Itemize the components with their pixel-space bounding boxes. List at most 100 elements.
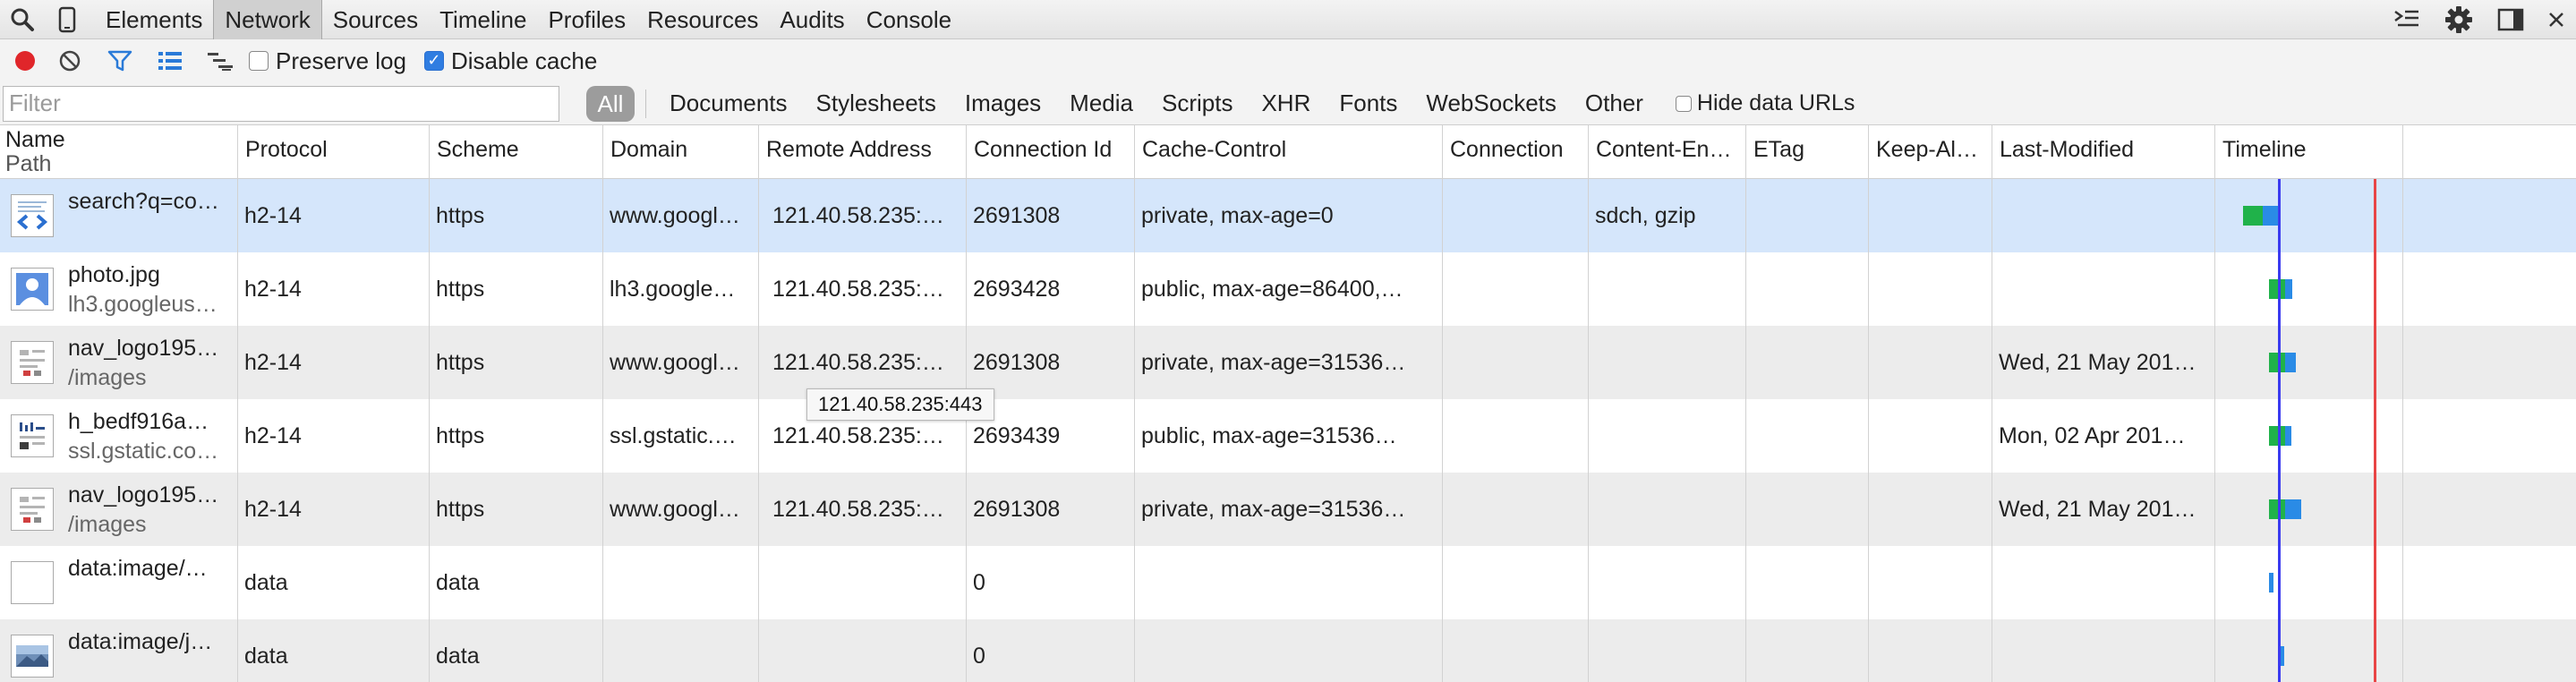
- filter-type-other[interactable]: Other: [1571, 90, 1658, 117]
- column-header-etag[interactable]: ETag: [1745, 125, 1868, 179]
- tab-elements[interactable]: Elements: [95, 0, 213, 39]
- cache-control-cell: private, max-age=31536…: [1141, 497, 1406, 522]
- table-row[interactable]: nav_logo195… /images h2-14 https www.goo…: [0, 473, 2576, 546]
- timeline-waiting-bar: [2269, 353, 2285, 372]
- column-header-cache-control[interactable]: Cache-Control: [1134, 125, 1442, 179]
- column-header-connection[interactable]: Connection: [1442, 125, 1588, 179]
- name-cell: photo.jpg lh3.googleus…: [0, 252, 237, 326]
- timeline-receiving-bar: [2269, 573, 2273, 592]
- connection-id-cell: 0: [973, 570, 985, 595]
- clear-button[interactable]: [45, 39, 95, 82]
- dom-content-loaded-line: [2278, 179, 2281, 682]
- record-button[interactable]: [0, 39, 50, 82]
- table-header: Name Path Protocol Scheme Domain Remote …: [0, 125, 2576, 179]
- preserve-log-checkbox[interactable]: Preserve log: [249, 47, 406, 75]
- filter-type-websockets[interactable]: WebSockets: [1412, 90, 1570, 117]
- filter-type-scripts[interactable]: Scripts: [1147, 90, 1247, 117]
- network-request-table: Name Path Protocol Scheme Domain Remote …: [0, 125, 2576, 682]
- filter-type-stylesheets[interactable]: Stylesheets: [802, 90, 951, 117]
- table-row[interactable]: search?q=co… h2-14 https www.googl… 121.…: [0, 179, 2576, 252]
- column-header-scheme[interactable]: Scheme: [429, 125, 602, 179]
- column-divider[interactable]: [1442, 125, 1443, 682]
- filter-type-fonts[interactable]: Fonts: [1325, 90, 1412, 117]
- filter-type-documents[interactable]: Documents: [655, 90, 802, 117]
- tab-console[interactable]: Console: [856, 0, 962, 39]
- timeline-receiving-bar: [2285, 426, 2291, 446]
- close-icon[interactable]: [2537, 0, 2576, 39]
- column-protocol-label: Protocol: [245, 137, 328, 162]
- preserve-log-box[interactable]: [249, 51, 269, 71]
- protocol-cell: h2-14: [244, 497, 302, 522]
- request-path: /images: [68, 365, 147, 390]
- tab-profiles[interactable]: Profiles: [537, 0, 636, 39]
- inspect-element-icon[interactable]: [0, 0, 45, 39]
- column-header-name[interactable]: Name Path: [0, 125, 237, 179]
- column-header-last-modified[interactable]: Last-Modified: [1992, 125, 2214, 179]
- column-divider[interactable]: [237, 125, 238, 682]
- column-divider[interactable]: [1134, 125, 1135, 682]
- column-scheme-label: Scheme: [437, 137, 519, 162]
- remote-address-cell: 121.40.58.235:…: [772, 497, 944, 522]
- column-header-keep-alive[interactable]: Keep-Al…: [1868, 125, 1992, 179]
- table-row[interactable]: data:image/j… data data 0: [0, 619, 2576, 682]
- column-header-content-encoding[interactable]: Content-En…: [1588, 125, 1745, 179]
- column-header-timeline[interactable]: Timeline: [2214, 125, 2402, 179]
- tab-resources[interactable]: Resources: [636, 0, 769, 39]
- large-rows-icon[interactable]: [145, 39, 195, 82]
- hide-data-urls-checkbox[interactable]: Hide data URLs: [1675, 90, 1855, 116]
- device-mode-icon[interactable]: [45, 0, 90, 39]
- column-divider[interactable]: [2402, 125, 2403, 682]
- dock-side-icon[interactable]: [2485, 0, 2537, 39]
- column-divider[interactable]: [2214, 125, 2215, 682]
- column-divider[interactable]: [1588, 125, 1589, 682]
- filter-type-media[interactable]: Media: [1055, 90, 1147, 117]
- tab-sources[interactable]: Sources: [322, 0, 429, 39]
- console-drawer-icon[interactable]: [2381, 0, 2433, 39]
- name-cell: data:image/j…: [0, 619, 237, 682]
- column-header-remote-address[interactable]: Remote Address: [758, 125, 966, 179]
- table-row[interactable]: nav_logo195… /images h2-14 https www.goo…: [0, 326, 2576, 399]
- column-etag-label: ETag: [1753, 137, 1804, 162]
- landscape-icon: [11, 635, 54, 678]
- filter-bar: All Documents Stylesheets Images Media S…: [0, 82, 2576, 125]
- column-cache-control-label: Cache-Control: [1142, 137, 1287, 162]
- column-header-domain[interactable]: Domain: [602, 125, 758, 179]
- timeline-waiting-bar: [2269, 279, 2285, 299]
- column-timeline-label: Timeline: [2222, 137, 2307, 162]
- timeline-receiving-bar: [2285, 279, 2292, 299]
- connection-id-cell: 2691308: [973, 497, 1061, 522]
- hide-data-urls-label: Hide data URLs: [1696, 90, 1855, 115]
- tab-timeline[interactable]: Timeline: [429, 0, 537, 39]
- filter-funnel-icon[interactable]: [95, 39, 145, 82]
- document-icon: [11, 194, 54, 237]
- filter-type-xhr[interactable]: XHR: [1247, 90, 1325, 117]
- blank-icon: [11, 561, 54, 604]
- filter-input[interactable]: [3, 85, 559, 122]
- table-row[interactable]: data:image/… data data 0: [0, 546, 2576, 619]
- column-divider[interactable]: [758, 125, 759, 682]
- column-divider[interactable]: [429, 125, 430, 682]
- disable-cache-box[interactable]: ✓: [423, 51, 444, 71]
- table-row[interactable]: photo.jpg lh3.googleus… h2-14 https lh3.…: [0, 252, 2576, 326]
- filter-type-images[interactable]: Images: [951, 90, 1055, 117]
- table-row[interactable]: h_bedf916a… ssl.gstatic.co… h2-14 https …: [0, 399, 2576, 473]
- column-divider[interactable]: [1868, 125, 1869, 682]
- disable-cache-checkbox[interactable]: ✓ Disable cache: [423, 47, 597, 75]
- tab-audits[interactable]: Audits: [769, 0, 855, 39]
- hide-data-urls-box[interactable]: [1675, 95, 1692, 112]
- network-toolbar: Preserve log ✓ Disable cache: [0, 39, 2576, 82]
- column-header-connection-id[interactable]: Connection Id: [966, 125, 1134, 179]
- column-header-protocol[interactable]: Protocol: [237, 125, 429, 179]
- column-divider[interactable]: [1745, 125, 1746, 682]
- column-divider[interactable]: [602, 125, 603, 682]
- protocol-cell: h2-14: [244, 203, 302, 228]
- request-name: nav_logo195…: [68, 482, 219, 507]
- connection-id-cell: 2693428: [973, 277, 1061, 302]
- scheme-cell: https: [436, 203, 485, 228]
- filter-type-all[interactable]: All: [586, 85, 635, 122]
- timeline-waiting-bar: [2269, 499, 2285, 519]
- tab-network[interactable]: Network: [213, 0, 322, 39]
- gear-icon[interactable]: [2433, 0, 2485, 39]
- remote-address-tooltip: 121.40.58.235:443: [806, 388, 994, 421]
- overview-icon[interactable]: [195, 39, 245, 82]
